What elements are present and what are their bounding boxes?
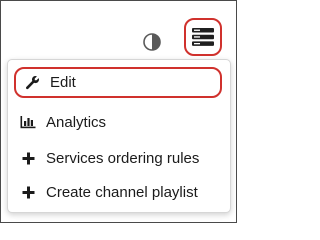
menu-item-analytics[interactable]: Analytics <box>20 108 106 136</box>
menu-item-label: Edit <box>50 74 76 91</box>
contrast-toggle-button[interactable] <box>142 32 162 52</box>
menu-toggle-button[interactable] <box>184 18 222 56</box>
window-frame: Edit Analytics Services ordering rules C… <box>0 0 237 223</box>
menu-item-create-channel-playlist[interactable]: Create channel playlist <box>20 178 198 206</box>
wrench-icon <box>24 75 40 91</box>
contrast-icon <box>143 33 161 51</box>
plus-icon <box>20 150 36 166</box>
hamburger-menu-icon <box>192 28 214 46</box>
menu-item-label: Analytics <box>46 113 107 131</box>
plus-icon <box>20 184 36 200</box>
menu-item-services-ordering-rules[interactable]: Services ordering rules <box>20 144 199 172</box>
actions-dropdown-menu: Edit Analytics Services ordering rules C… <box>7 59 231 213</box>
menu-item-label: Create channel playlist <box>46 183 198 201</box>
bar-chart-icon <box>20 114 36 130</box>
menu-item-label: Services ordering rules <box>46 149 200 167</box>
menu-item-edit[interactable]: Edit <box>14 67 222 98</box>
